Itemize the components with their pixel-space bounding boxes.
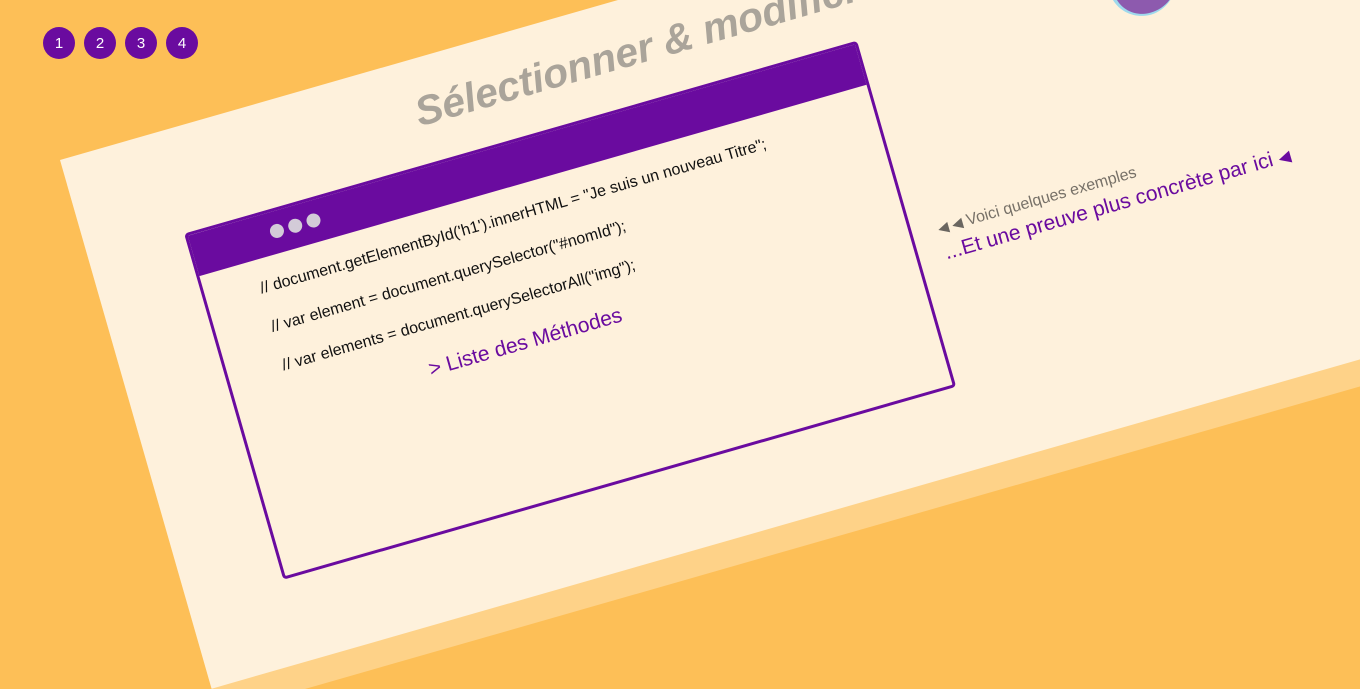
step-2-button[interactable]: 2 — [84, 27, 116, 59]
slide-panel: Sélectionner & modifier des éléments // … — [60, 0, 1360, 689]
double-left-arrow-icon: ◀ ◀ — [935, 213, 965, 237]
code-line-queryselector: // var element = document.querySelector(… — [269, 218, 628, 336]
step-4-button[interactable]: 4 — [166, 27, 198, 59]
code-window: // document.getElementById('h1').innerHT… — [184, 40, 957, 580]
left-arrow-icon: ◀ — [1276, 147, 1293, 168]
step-1-button[interactable]: 1 — [43, 27, 75, 59]
potion-flask-icon — [1107, 0, 1177, 16]
three-dots-icon — [268, 211, 323, 240]
step-3-button[interactable]: 3 — [125, 27, 157, 59]
step-navigation: 1 2 3 4 — [43, 27, 198, 59]
examples-note: ◀ ◀ Voici quelques exemples — [936, 105, 1345, 238]
concrete-proof-link[interactable]: ...Et une preuve plus concrète par ici ◀ — [942, 126, 1352, 265]
side-notes: ◀ ◀ Voici quelques exemples ...Et une pr… — [936, 105, 1352, 265]
